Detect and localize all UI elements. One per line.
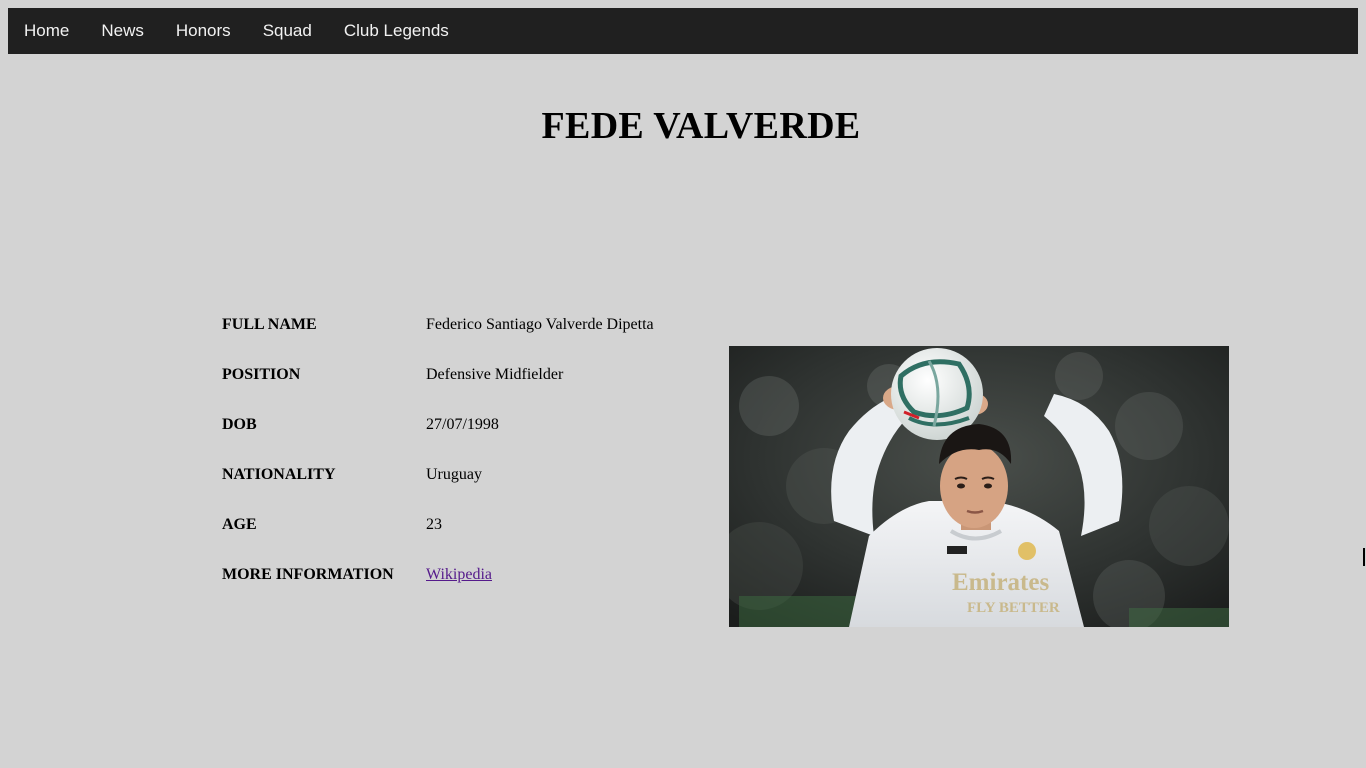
info-value: Federico Santiago Valverde Dipetta xyxy=(426,316,654,333)
info-row-dob: DOB 27/07/1998 xyxy=(222,400,726,450)
info-label: DOB xyxy=(222,416,257,433)
nav-link-club-legends[interactable]: Club Legends xyxy=(328,8,465,54)
shirt-sponsor-text: Emirates xyxy=(952,569,1049,596)
player-photo: Emirates FLY BETTER xyxy=(729,346,1229,627)
info-value: Defensive Midfielder xyxy=(426,366,564,383)
shirt-sponsor-tagline: FLY BETTER xyxy=(967,600,1060,616)
nav-link-news[interactable]: News xyxy=(85,8,160,54)
info-label: AGE xyxy=(222,516,257,533)
nav-link-home[interactable]: Home xyxy=(8,8,85,54)
info-row-full-name: FULL NAME Federico Santiago Valverde Dip… xyxy=(222,300,726,350)
info-label: POSITION xyxy=(222,366,301,383)
info-value: Uruguay xyxy=(426,466,482,483)
nav-link-squad[interactable]: Squad xyxy=(247,8,328,54)
info-value: 27/07/1998 xyxy=(426,416,499,433)
info-row-age: AGE 23 xyxy=(222,500,726,550)
info-label: FULL NAME xyxy=(222,316,317,333)
info-row-position: POSITION Defensive Midfielder xyxy=(222,350,726,400)
nav-link-honors[interactable]: Honors xyxy=(160,8,247,54)
player-info-table: FULL NAME Federico Santiago Valverde Dip… xyxy=(222,300,726,600)
info-value: 23 xyxy=(426,516,442,533)
page-title: FEDE VALVERDE xyxy=(541,105,861,147)
text-cursor-icon xyxy=(1363,548,1365,566)
info-label: NATIONALITY xyxy=(222,466,336,483)
info-value-cell: Wikipedia xyxy=(426,550,726,600)
top-navigation-bar: Home News Honors Squad Club Legends xyxy=(8,8,1358,54)
wikipedia-link[interactable]: Wikipedia xyxy=(426,566,492,583)
info-label: MORE INFORMATION xyxy=(222,566,394,583)
info-row-nationality: NATIONALITY Uruguay xyxy=(222,450,726,500)
info-row-more-information: MORE INFORMATION Wikipedia xyxy=(222,550,726,600)
